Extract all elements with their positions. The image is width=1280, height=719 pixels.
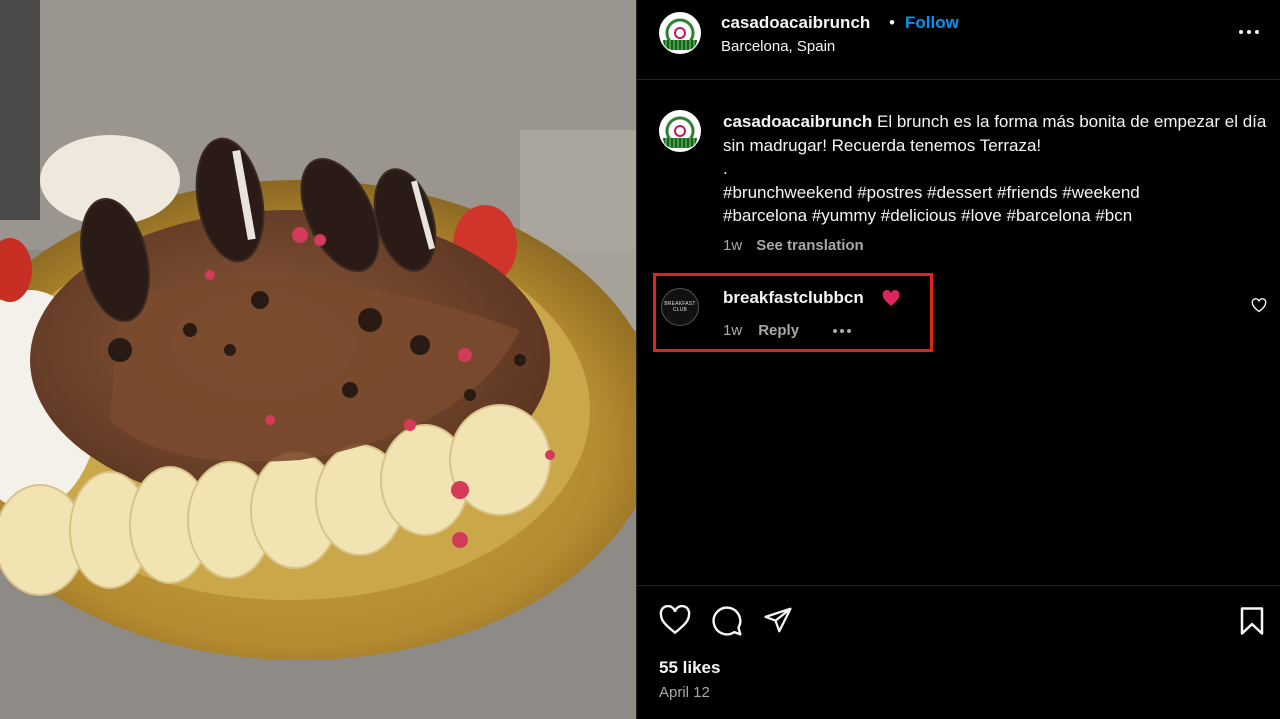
heart-icon[interactable] [659, 605, 691, 635]
comment-age: 1w [723, 322, 743, 339]
follow-button[interactable]: Follow [905, 13, 959, 33]
share-icon[interactable] [763, 606, 793, 634]
post-header: casadoacaibrunch • Follow Barcelona, Spa… [637, 0, 1280, 80]
author-avatar[interactable] [659, 12, 701, 54]
comment-options-icon[interactable] [833, 328, 852, 333]
post-caption: casadoacaibrunch El brunch es la forma m… [723, 110, 1273, 228]
caption-dot: . [723, 159, 728, 178]
commenter-avatar[interactable]: BREAKFAST CLUB [661, 288, 699, 326]
caption-username[interactable]: casadoacaibrunch [723, 112, 872, 131]
post-location[interactable]: Barcelona, Spain [721, 38, 835, 55]
comment-icon[interactable] [711, 605, 743, 637]
bookmark-icon[interactable] [1239, 606, 1265, 636]
dessert-photo-image [0, 0, 636, 719]
more-options-icon[interactable] [1239, 30, 1259, 34]
caption-meta: 1w See translation [723, 237, 864, 254]
caption-age: 1w [723, 237, 743, 254]
separator-dot: • [889, 13, 895, 32]
post-photo[interactable] [0, 0, 636, 719]
caption-hashtags[interactable]: #brunchweekend #postres #dessert #friend… [723, 181, 1203, 228]
like-comment-heart-icon[interactable] [1251, 298, 1267, 313]
post-side-panel: casadoacaibrunch • Follow Barcelona, Spa… [636, 0, 1280, 719]
commenter-username[interactable]: breakfastclubbcn [723, 288, 864, 308]
red-heart-emoji-icon [882, 290, 900, 306]
author-username[interactable]: casadoacaibrunch [721, 13, 870, 33]
comment-meta: 1w Reply [723, 322, 852, 339]
actions-divider [637, 585, 1280, 586]
reply-button[interactable]: Reply [758, 322, 799, 339]
post-date: April 12 [659, 684, 710, 701]
see-translation-link[interactable]: See translation [756, 237, 864, 254]
commenter-avatar-text: BREAKFAST CLUB [664, 301, 696, 313]
caption-author-avatar[interactable] [659, 110, 701, 152]
instagram-post-view: casadoacaibrunch • Follow Barcelona, Spa… [0, 0, 1280, 719]
likes-count[interactable]: 55 likes [659, 658, 720, 678]
